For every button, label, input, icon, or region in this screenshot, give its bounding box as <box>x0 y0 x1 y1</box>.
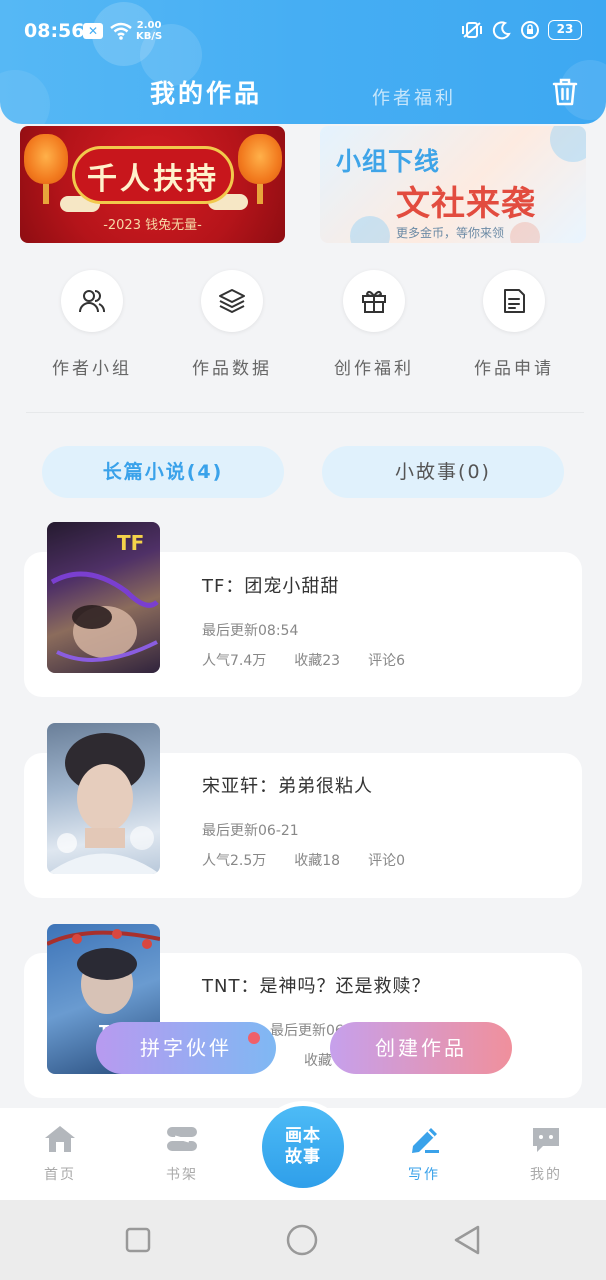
quick-item-label: 作品数据 <box>192 359 272 379</box>
battery-indicator: 23 <box>548 20 582 40</box>
work-comments: 评论6 <box>368 653 406 669</box>
work-comments: 评论0 <box>368 853 406 869</box>
banner-support-title: 千人扶持 <box>87 162 219 197</box>
banner-support-subtitle: -2023 钱兔无量- <box>103 218 202 233</box>
status-time: 08:56 <box>24 20 85 42</box>
app-header: 08:56 ✕ 2.00 KB/S 23 我的作品 作者福利 <box>0 0 606 124</box>
work-title[interactable]: TNT：是神吗？还是救赎？ <box>202 972 430 998</box>
work-updated: 最后更新06-21 <box>202 823 299 839</box>
layers-icon <box>219 289 245 313</box>
nav-bookshelf-label: 书架 <box>166 1167 198 1183</box>
nav-mine[interactable]: 我的 <box>506 1124 586 1184</box>
banner-club-line2: 文社来袭 <box>396 184 536 224</box>
quick-item-label: 作者小组 <box>52 359 132 379</box>
home-icon <box>45 1126 75 1152</box>
banner-club-line1: 小组下线 <box>336 147 441 176</box>
wifi-icon <box>110 22 132 40</box>
lantern-icon <box>238 134 282 204</box>
speed-value: 2.00 <box>136 20 162 31</box>
system-navigation-bar <box>0 1200 606 1280</box>
speed-unit: KB/S <box>136 31 163 42</box>
document-icon <box>504 289 525 313</box>
bookshelf-icon <box>167 1127 197 1151</box>
banner-support[interactable]: 千人扶持 -2023 钱兔无量- <box>20 126 285 243</box>
quick-item-work-application[interactable]: 作品申请 <box>454 262 574 379</box>
work-stats: 人气2.5万 收藏18 评论0 <box>202 850 405 870</box>
nav-write[interactable]: 写作 <box>384 1124 464 1184</box>
work-popularity: 人气2.5万 <box>202 853 267 869</box>
home-circle-icon[interactable] <box>286 1224 318 1256</box>
quick-item-label: 作品申请 <box>474 359 554 379</box>
tab-long-novels[interactable]: 长篇小说(4) <box>42 446 284 498</box>
svg-text:TF: TF <box>117 531 144 555</box>
network-speed: 2.00 KB/S <box>136 20 162 42</box>
quick-menu: 作者小组 作品数据 创作福利 作品申请 <box>20 262 586 412</box>
nav-bookshelf[interactable]: 书架 <box>142 1124 222 1184</box>
divider <box>26 412 584 413</box>
quick-item-creation-welfare[interactable]: 创作福利 <box>314 262 434 379</box>
work-title[interactable]: 宋亚轩：弟弟很粘人 <box>202 772 373 798</box>
picture-story-button[interactable]: 画本 故事 <box>262 1106 344 1188</box>
work-popularity: 人气7.4万 <box>202 653 267 669</box>
banner-club-line3: 更多金币，等你来领 <box>396 226 505 240</box>
trash-icon[interactable] <box>550 76 580 108</box>
vibrate-icon <box>462 22 482 38</box>
picture-story-line1: 画本 <box>285 1126 321 1146</box>
quick-item-label: 创作福利 <box>334 359 414 379</box>
quick-item-work-data[interactable]: 作品数据 <box>172 262 292 379</box>
pencil-icon <box>412 1128 439 1153</box>
work-cover-image[interactable]: TF <box>47 522 160 673</box>
create-work-button[interactable]: 创建作品 <box>330 1022 512 1074</box>
notification-dot-icon <box>248 1032 260 1044</box>
nav-home[interactable]: 首页 <box>20 1124 100 1184</box>
quick-item-author-group[interactable]: 作者小组 <box>32 262 152 379</box>
tab-author-welfare[interactable]: 作者福利 <box>372 84 456 110</box>
notification-badge-icon: ✕ <box>83 23 103 39</box>
nav-write-label: 写作 <box>408 1167 440 1183</box>
typing-partner-button[interactable]: 拼字伙伴 <box>96 1022 276 1074</box>
nav-mine-label: 我的 <box>530 1167 562 1183</box>
work-favorites: 收藏 <box>304 1053 332 1069</box>
recent-apps-icon[interactable] <box>124 1226 152 1254</box>
lock-rotation-icon <box>521 21 539 39</box>
work-cover-image[interactable] <box>47 723 160 874</box>
banner-club[interactable]: 小组下线 文社来袭 更多金币，等你来领 <box>320 126 586 243</box>
work-stats: 人气7.4万 收藏23 评论6 <box>202 650 405 670</box>
work-favorites: 收藏23 <box>294 653 341 669</box>
gift-icon <box>362 290 386 313</box>
lantern-icon <box>24 134 68 204</box>
chat-face-icon <box>533 1128 559 1152</box>
status-bar: 08:56 ✕ 2.00 KB/S 23 <box>0 18 606 46</box>
moon-icon <box>492 21 511 40</box>
work-updated: 最后更新08:54 <box>202 623 299 639</box>
tab-short-stories[interactable]: 小故事(0) <box>322 446 564 498</box>
work-favorites: 收藏18 <box>294 853 341 869</box>
work-stats: 收藏 <box>304 1050 332 1070</box>
tab-my-works[interactable]: 我的作品 <box>150 74 262 110</box>
picture-story-line2: 故事 <box>285 1147 321 1167</box>
nav-home-label: 首页 <box>44 1167 76 1183</box>
work-title[interactable]: TF：团宠小甜甜 <box>202 572 339 598</box>
back-triangle-icon[interactable] <box>452 1224 482 1256</box>
users-icon <box>79 290 105 313</box>
